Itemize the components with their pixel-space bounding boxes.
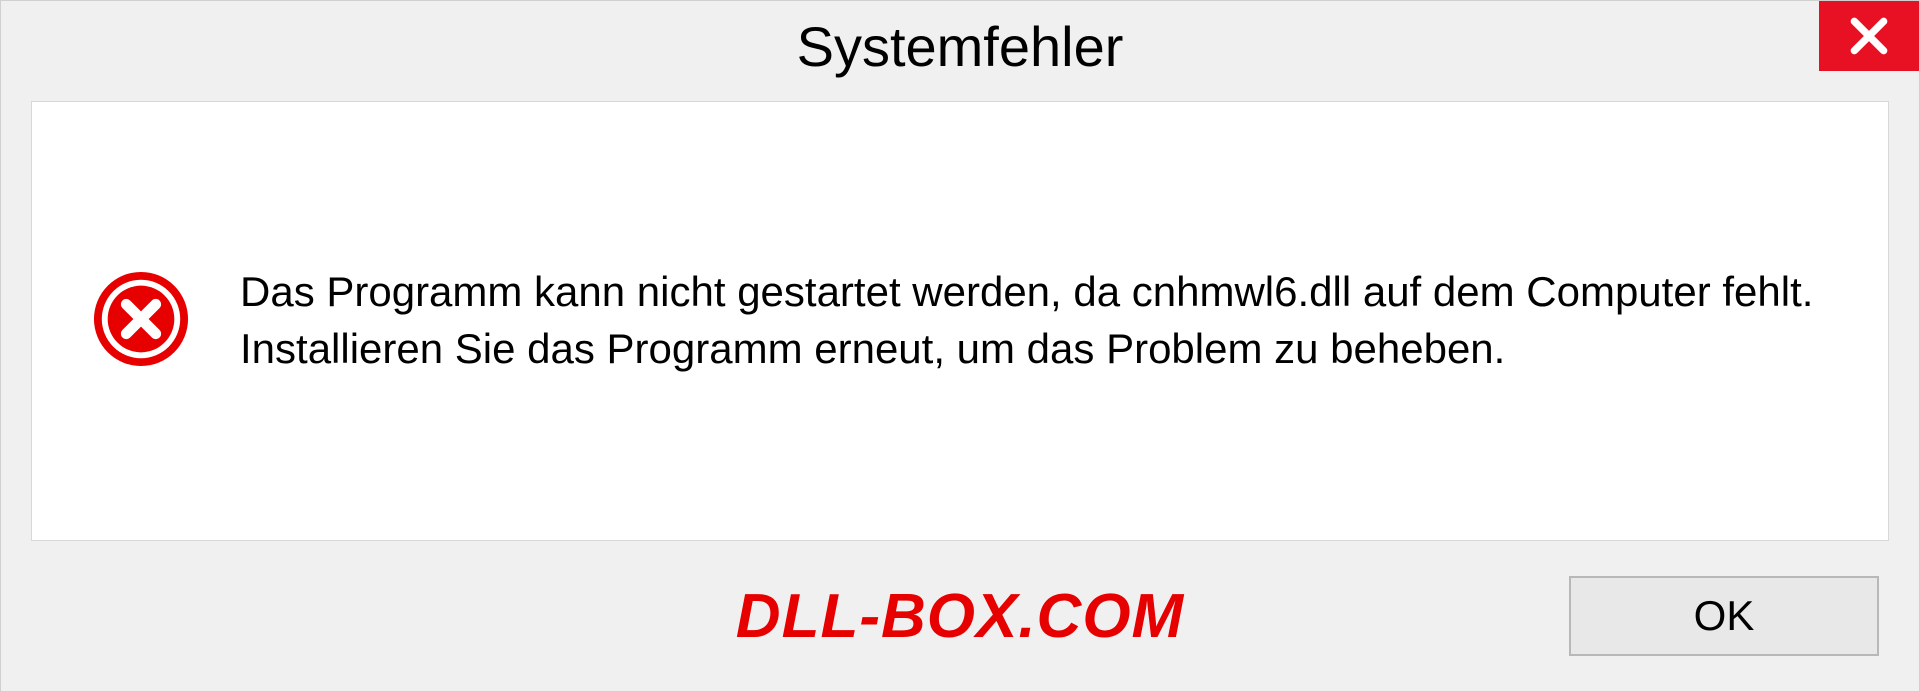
close-button[interactable] [1819, 1, 1919, 71]
ok-button[interactable]: OK [1569, 576, 1879, 656]
error-dialog: Systemfehler Das Programm kann nicht ges… [0, 0, 1920, 692]
content-panel: Das Programm kann nicht gestartet werden… [31, 101, 1889, 541]
titlebar: Systemfehler [1, 1, 1919, 91]
error-icon-wrap [92, 270, 190, 373]
dialog-footer: DLL-BOX.COM OK [1, 561, 1919, 691]
close-icon [1847, 14, 1891, 58]
error-message: Das Programm kann nicht gestartet werden… [240, 264, 1828, 377]
dialog-title: Systemfehler [797, 14, 1124, 79]
watermark-text: DLL-BOX.COM [736, 581, 1184, 652]
error-icon [92, 270, 190, 368]
